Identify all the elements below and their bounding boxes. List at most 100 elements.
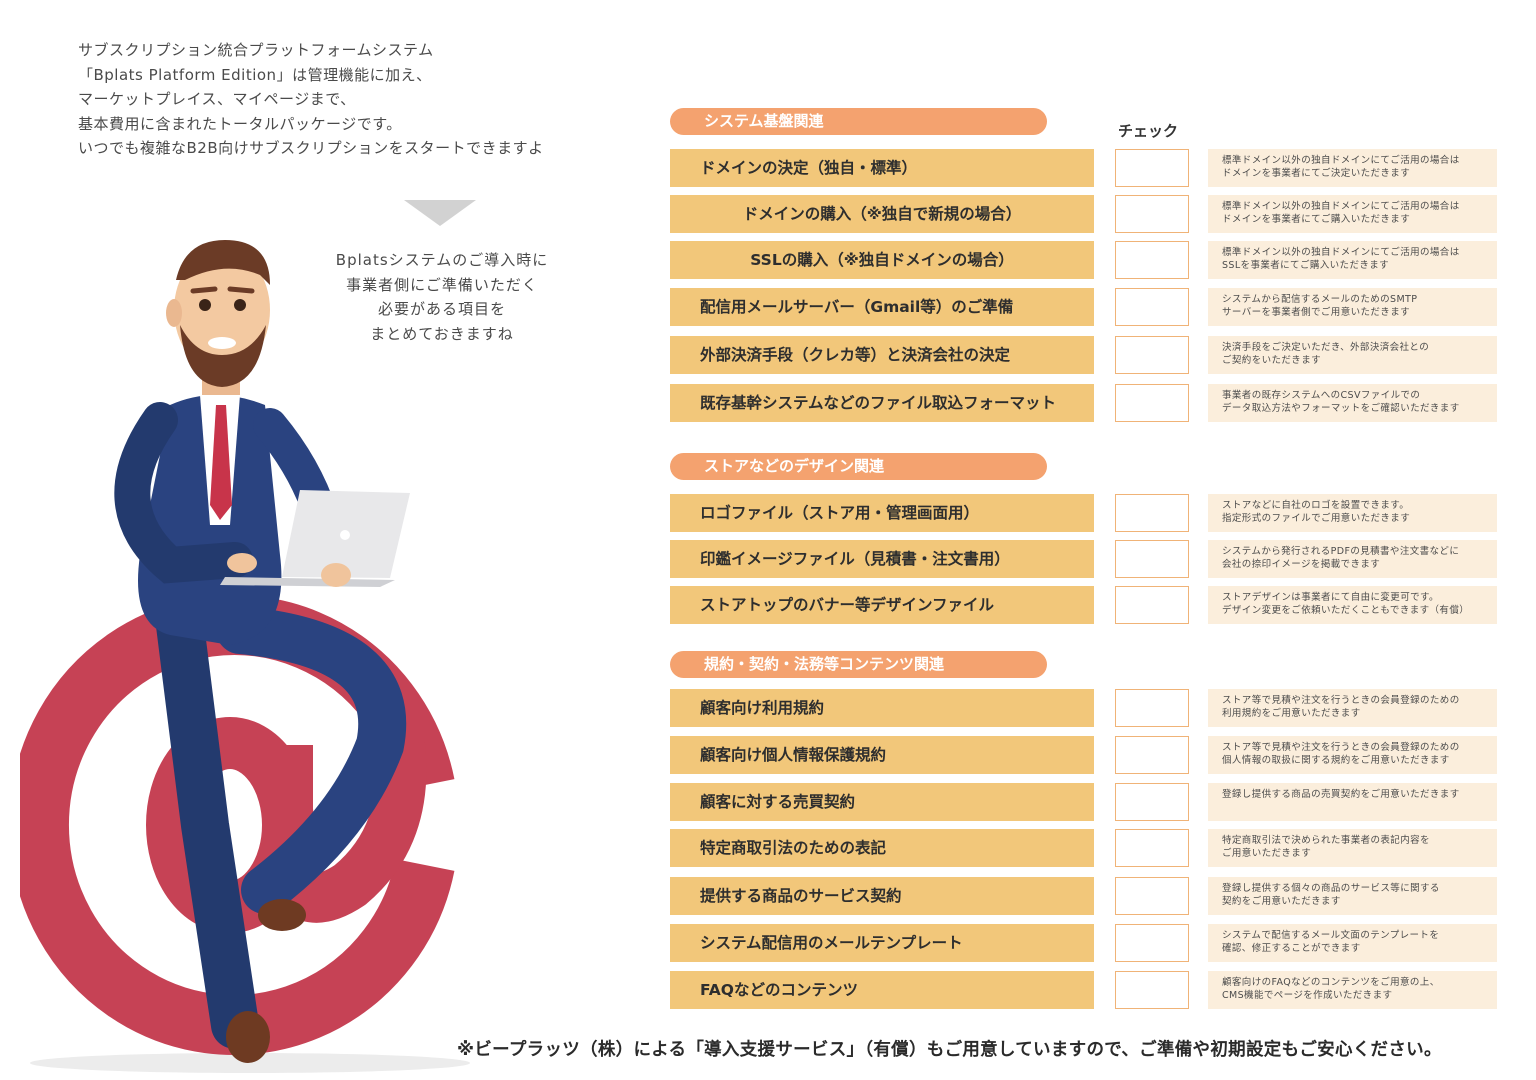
check-box[interactable] (1115, 783, 1189, 821)
down-arrow-icon (404, 200, 476, 226)
checklist-row: 顧客向け利用規約 ストア等で見積や注文を行うときの会員登録のための 利用規約をご用… (670, 689, 1500, 727)
intro-line: サブスクリプション統合プラットフォームシステム (78, 41, 434, 59)
note-line: CMS機能でページを作成いただきます (1222, 990, 1393, 1001)
item-note: 標準ドメイン以外の独自ドメインにてご活用の場合は SSLを事業者にてご購入いただき… (1208, 241, 1497, 279)
check-box[interactable] (1115, 689, 1189, 727)
check-box[interactable] (1115, 288, 1189, 326)
section-system-base: システム基盤関連 ドメインの決定（独自・標準） 標準ドメイン以外の独自ドメインに… (670, 108, 1510, 422)
item-label: 印鑑イメージファイル（見積書・注文書用） (670, 540, 1094, 578)
checklist-row: 配信用メールサーバー（Gmail等）のご準備 システムから配信するメールのための… (670, 288, 1500, 326)
checklist-row: 顧客向け個人情報保護規約 ストア等で見積や注文を行うときの会員登録のための 個人情… (670, 736, 1500, 774)
intro-line: いつでも複雑なB2B向けサブスクリプションをスタートできますよ (78, 139, 544, 157)
note-line: ドメインを事業者にてご決定いただきます (1222, 168, 1411, 179)
check-box[interactable] (1115, 971, 1189, 1009)
note-line: ドメインを事業者にてご購入いただきます (1222, 214, 1411, 225)
check-box[interactable] (1115, 494, 1189, 532)
item-label: 提供する商品のサービス契約 (670, 877, 1094, 915)
check-box[interactable] (1115, 149, 1189, 187)
check-box[interactable] (1115, 586, 1189, 624)
item-note: システムで配信するメール文面のテンプレートを 確認、修正することができます (1208, 924, 1497, 962)
note-line: ご契約をいただきます (1222, 355, 1322, 366)
note-line: システムから発行されるPDFの見積書や注文書などに (1222, 546, 1460, 557)
note-line: 標準ドメイン以外の独自ドメインにてご活用の場合は (1222, 155, 1460, 166)
section-store-design: ストアなどのデザイン関連 ロゴファイル（ストア用・管理画面用） ストアなどに自社… (670, 453, 1510, 624)
checklist-row: FAQなどのコンテンツ 顧客向けのFAQなどのコンテンツをご用意の上、 CMS機能… (670, 971, 1500, 1009)
check-box[interactable] (1115, 877, 1189, 915)
check-box[interactable] (1115, 241, 1189, 279)
note-line: 特定商取引法で決められた事業者の表記内容を (1222, 835, 1430, 846)
item-label: SSLの購入（※独自ドメインの場合） (670, 241, 1094, 279)
item-label: ドメインの購入（※独自で新規の場合） (670, 195, 1094, 233)
item-note: 特定商取引法で決められた事業者の表記内容を ご用意いただきます (1208, 829, 1497, 867)
check-box[interactable] (1115, 829, 1189, 867)
item-label: ロゴファイル（ストア用・管理画面用） (670, 494, 1094, 532)
checklist-row: ストアトップのバナー等デザインファイル ストアデザインは事業者にて自由に変更可で… (670, 586, 1500, 624)
note-line: 指定形式のファイルでご用意いただきます (1222, 513, 1411, 524)
item-label: 外部決済手段（クレカ等）と決済会社の決定 (670, 336, 1094, 374)
checklist-row: 印鑑イメージファイル（見積書・注文書用） システムから発行されるPDFの見積書や… (670, 540, 1500, 578)
check-box[interactable] (1115, 336, 1189, 374)
checklist-row: システム配信用のメールテンプレート システムで配信するメール文面のテンプレートを… (670, 924, 1500, 962)
checklist-row: SSLの購入（※独自ドメインの場合） 標準ドメイン以外の独自ドメインにてご活用の… (670, 241, 1500, 279)
note-line: サーバーを事業者側でご用意いただきます (1222, 307, 1411, 318)
note-line: ストアデザインは事業者にて自由に変更可です。 (1222, 592, 1439, 603)
item-note: ストア等で見積や注文を行うときの会員登録のための 利用規約をご用意いただきます (1208, 689, 1497, 727)
item-note: ストアなどに自社のロゴを設置できます。 指定形式のファイルでご用意いただきます (1208, 494, 1497, 532)
intro-line: 基本費用に含まれたトータルパッケージです。 (78, 114, 402, 133)
item-label: 顧客向け利用規約 (670, 689, 1094, 727)
item-note: 事業者の既存システムへのCSVファイルでの データ取込方法やフォーマットをご確認い… (1208, 384, 1497, 422)
note-line: ストア等で見積や注文を行うときの会員登録のための (1222, 742, 1460, 753)
section-title: システム基盤関連 (670, 108, 1047, 135)
note-line: 確認、修正することができます (1222, 943, 1361, 954)
checklist-row: 外部決済手段（クレカ等）と決済会社の決定 決済手段をご決定いただき、外部決済会社… (670, 336, 1500, 374)
section-title: 規約・契約・法務等コンテンツ関連 (670, 651, 1047, 678)
footer-note: ※ビープラッツ（株）による「導入支援サービス」（有償）もご用意していますので、ご… (457, 1040, 1442, 1060)
note-line: ご用意いただきます (1222, 848, 1312, 859)
item-label: システム配信用のメールテンプレート (670, 924, 1094, 962)
note-line: 個人情報の取扱に関する規約をご用意いただきます (1222, 755, 1450, 766)
item-label: 配信用メールサーバー（Gmail等）のご準備 (670, 288, 1094, 326)
item-note: 登録し提供する商品の売買契約をご用意いただきます (1208, 783, 1497, 821)
checklist-row: ドメインの購入（※独自で新規の場合） 標準ドメイン以外の独自ドメインにてご活用の… (670, 195, 1500, 233)
item-label: FAQなどのコンテンツ (670, 971, 1094, 1009)
item-note: 登録し提供する個々の商品のサービス等に関する 契約をご用意いただきます (1208, 877, 1497, 915)
item-note: 顧客向けのFAQなどのコンテンツをご用意の上、 CMS機能でページを作成いただきま… (1208, 971, 1497, 1009)
item-note: ストア等で見積や注文を行うときの会員登録のための 個人情報の取扱に関する規約をご用… (1208, 736, 1497, 774)
businessman-illustration (20, 240, 470, 1073)
item-note: ストアデザインは事業者にて自由に変更可です。デザイン変更をご依頼いただくこともで… (1208, 586, 1497, 624)
item-label: 特定商取引法のための表記 (670, 829, 1094, 867)
note-line: 利用規約をご用意いただきます (1222, 708, 1361, 719)
check-box[interactable] (1115, 195, 1189, 233)
checklist-row: 既存基幹システムなどのファイル取込フォーマット 事業者の既存システムへのCSVフ… (670, 384, 1500, 422)
section-legal-content: 規約・契約・法務等コンテンツ関連 顧客向け利用規約 ストア等で見積や注文を行うと… (670, 651, 1510, 1009)
check-box[interactable] (1115, 384, 1189, 422)
note-line: システムから配信するメールのためのSMTP (1222, 294, 1418, 305)
item-note: システムから発行されるPDFの見積書や注文書などに 会社の捺印イメージを掲載できま… (1208, 540, 1497, 578)
note-line: 登録し提供する個々の商品のサービス等に関する (1222, 883, 1440, 894)
note-line: データ取込方法やフォーマットをご確認いただきます (1222, 403, 1460, 414)
note-line: システムで配信するメール文面のテンプレートを (1222, 930, 1440, 941)
note-line: 登録し提供する商品の売買契約をご用意いただきます (1222, 789, 1460, 800)
item-note: システムから配信するメールのためのSMTP サーバーを事業者側でご用意いただきます (1208, 288, 1497, 326)
check-box[interactable] (1115, 540, 1189, 578)
checklist-row: ロゴファイル（ストア用・管理画面用） ストアなどに自社のロゴを設置できます。 指定… (670, 494, 1500, 532)
item-note: 決済手段をご決定いただき、外部決済会社との ご契約をいただきます (1208, 336, 1497, 374)
section-title: ストアなどのデザイン関連 (670, 453, 1047, 480)
note-line: ストア等で見積や注文を行うときの会員登録のための (1222, 695, 1460, 706)
note-line: デザイン変更をご依頼いただくこともできます（有償） (1222, 605, 1470, 616)
checklist-row: 提供する商品のサービス契約 登録し提供する個々の商品のサービス等に関する 契約をご… (670, 877, 1500, 915)
checklist-row: 顧客に対する売買契約 登録し提供する商品の売買契約をご用意いただきます (670, 783, 1500, 821)
item-label: ストアトップのバナー等デザインファイル (670, 586, 1094, 624)
intro-text: サブスクリプション統合プラットフォームシステム 「Bplats Platform… (78, 38, 638, 161)
checklist-row: ドメインの決定（独自・標準） 標準ドメイン以外の独自ドメインにてご活用の場合はド… (670, 149, 1500, 187)
note-line: SSLを事業者にてご購入いただきます (1222, 260, 1390, 271)
intro-line: 「Bplats Platform Edition」は管理機能に加え、 (78, 65, 432, 84)
note-line: 会社の捺印イメージを掲載できます (1222, 559, 1381, 570)
note-line: 顧客向けのFAQなどのコンテンツをご用意の上、 (1222, 977, 1440, 988)
check-box[interactable] (1115, 924, 1189, 962)
intro-line: マーケットプレイス、マイページまで、 (78, 90, 356, 108)
note-line: 標準ドメイン以外の独自ドメインにてご活用の場合は (1222, 247, 1460, 258)
check-box[interactable] (1115, 736, 1189, 774)
item-label: 既存基幹システムなどのファイル取込フォーマット (670, 384, 1094, 422)
note-line: 契約をご用意いただきます (1222, 896, 1341, 907)
